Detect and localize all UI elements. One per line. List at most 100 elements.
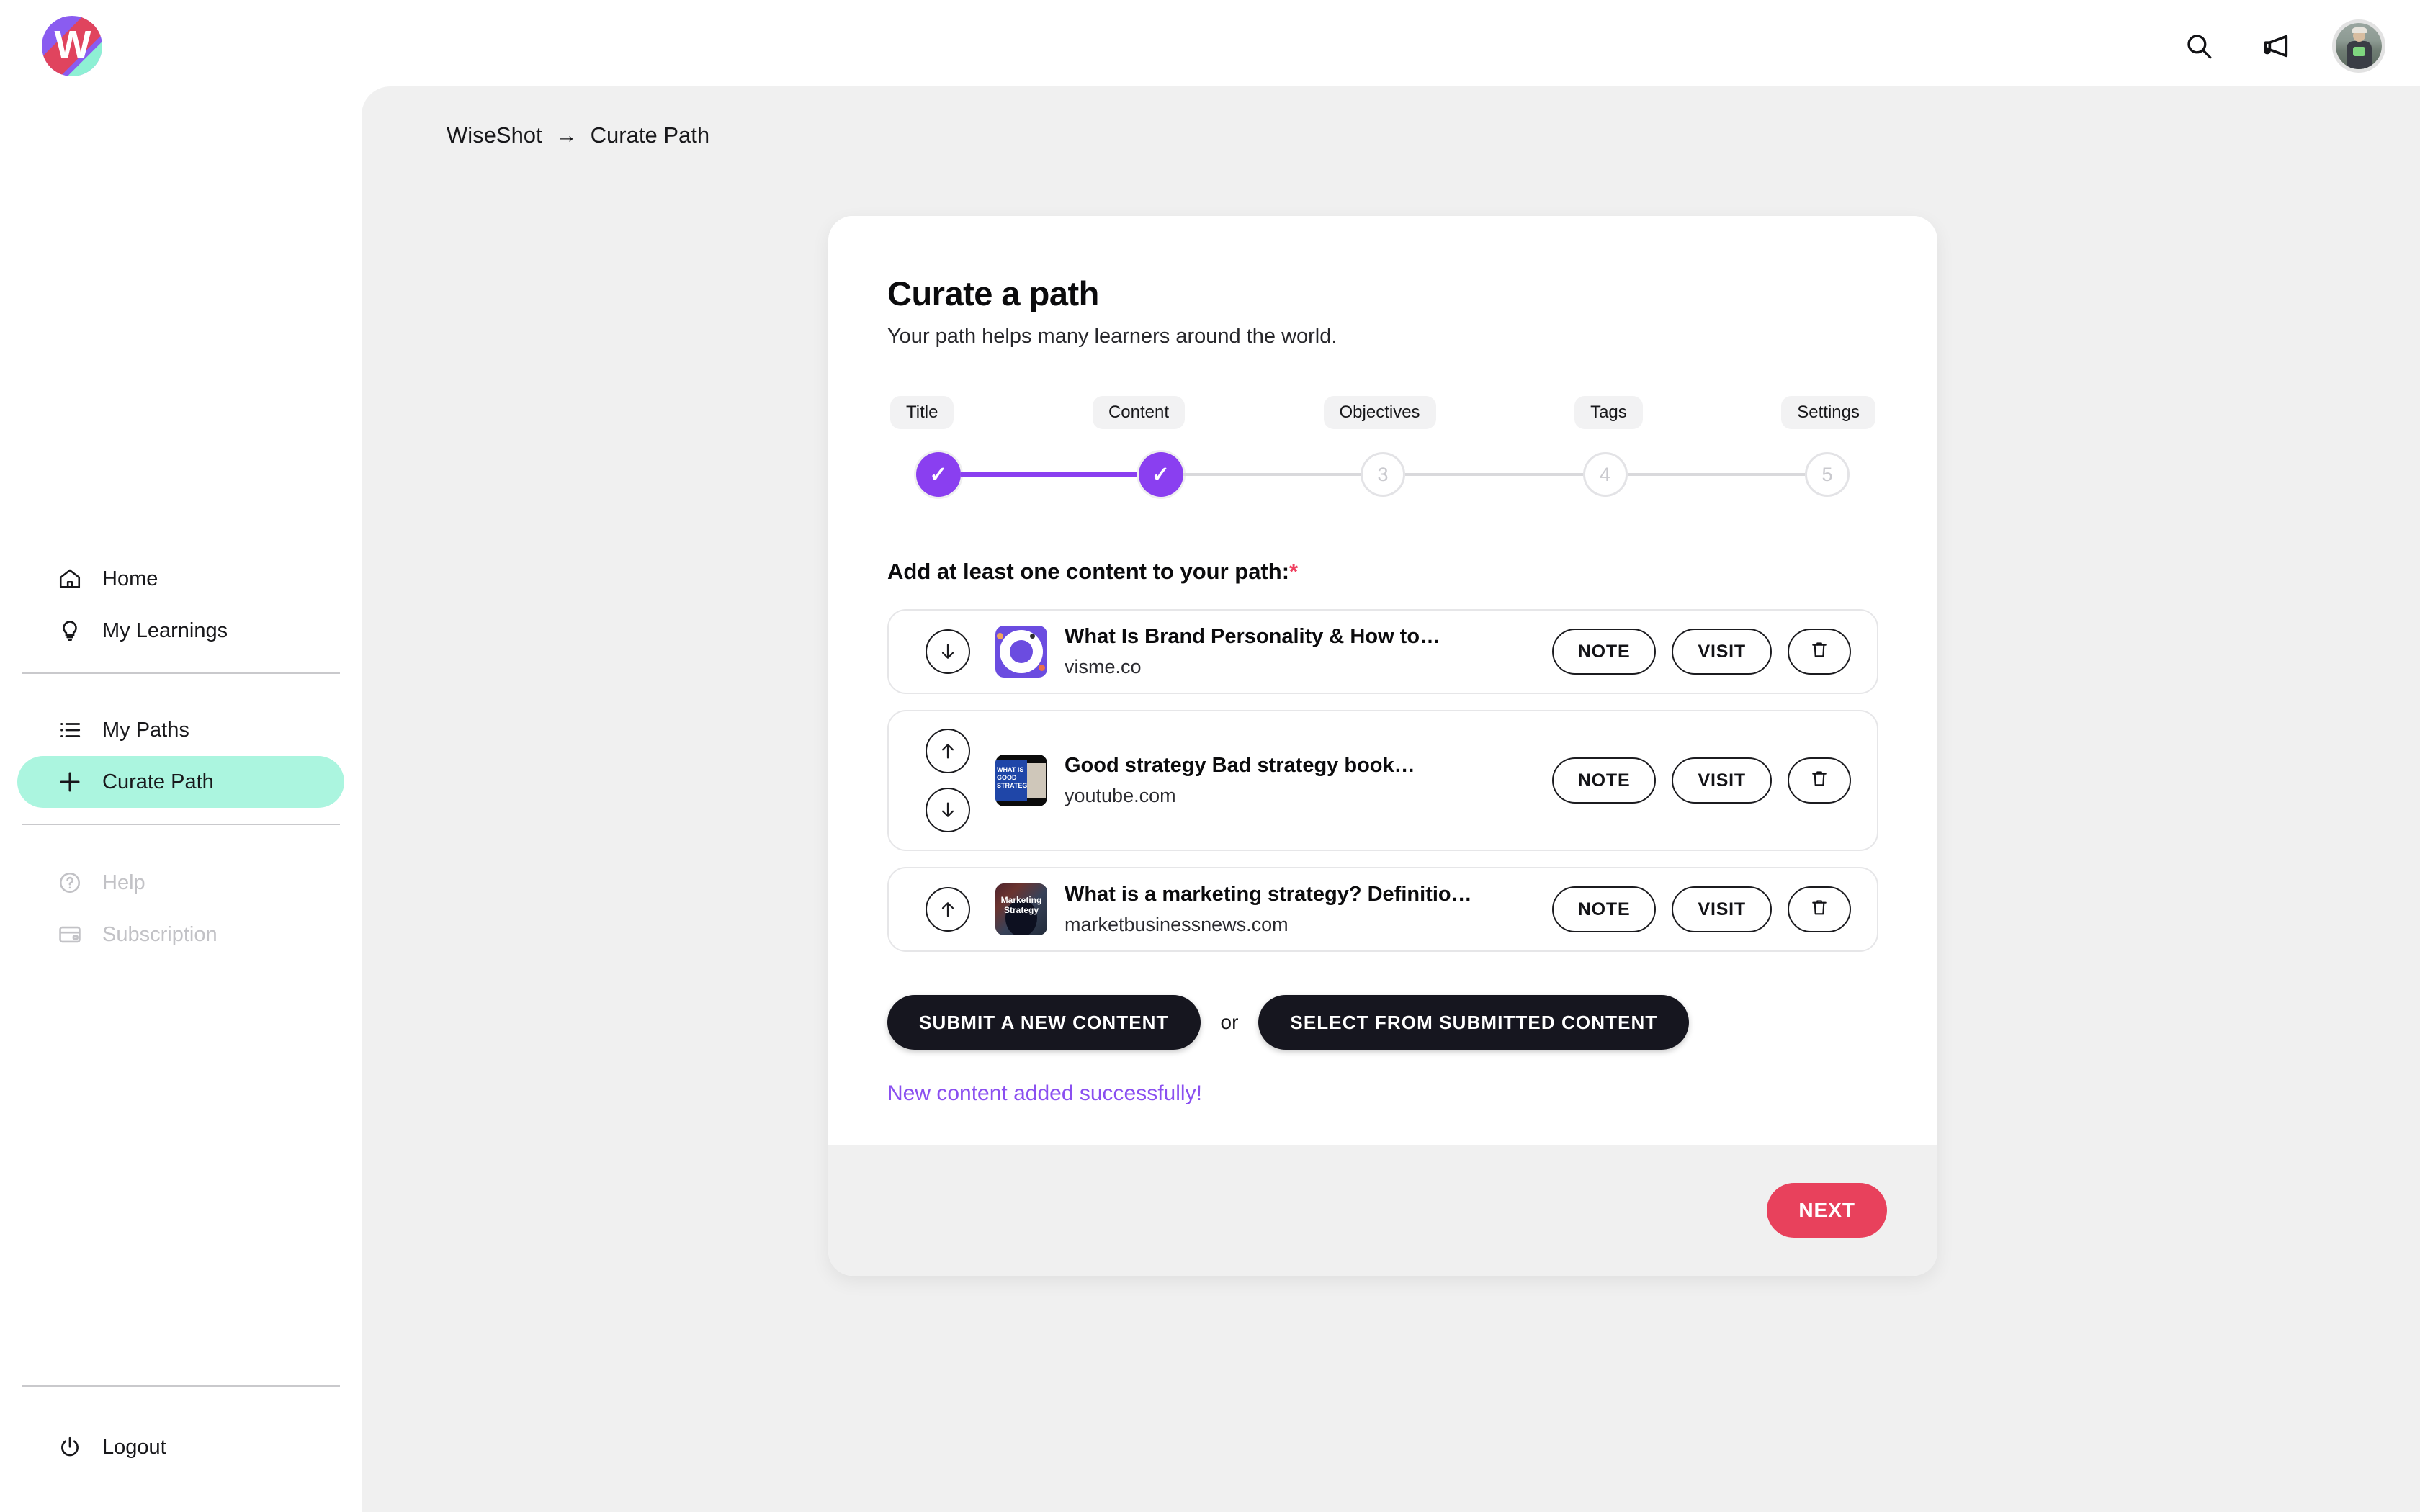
content-source: visme.co bbox=[1065, 656, 1142, 678]
step-label-content[interactable]: Content bbox=[1092, 396, 1186, 429]
visit-button[interactable]: VISIT bbox=[1672, 629, 1772, 675]
main-content: WiseShot → Curate Path Curate a path You… bbox=[362, 86, 2420, 1512]
sidebar-item-label-help: Help bbox=[102, 870, 145, 894]
content-meta: What is a marketing strategy? Definitio…… bbox=[1065, 883, 1552, 936]
wiseshot-logo[interactable]: W bbox=[42, 16, 102, 76]
content-source: marketbusinessnews.com bbox=[1065, 914, 1289, 935]
delete-button[interactable] bbox=[1788, 886, 1851, 932]
move-down-button[interactable] bbox=[926, 629, 970, 674]
sidebar-item-label-curate-path: Curate Path bbox=[102, 770, 214, 793]
sidebar: Home My Learnings My Paths Curate Path H… bbox=[0, 92, 362, 1512]
submit-new-content-button[interactable]: SUBMIT A NEW CONTENT bbox=[887, 995, 1201, 1050]
avatar[interactable] bbox=[2332, 19, 2385, 73]
note-button[interactable]: NOTE bbox=[1551, 629, 1657, 675]
step-node-content[interactable]: ✓ bbox=[1138, 452, 1183, 497]
next-button[interactable]: NEXT bbox=[1767, 1183, 1887, 1238]
step-marker-objectives: 3 bbox=[1377, 463, 1389, 485]
content-thumbnail bbox=[995, 626, 1047, 678]
logout-button[interactable]: Logout bbox=[17, 1421, 344, 1473]
question-circle-icon bbox=[56, 869, 84, 896]
list-icon bbox=[56, 716, 84, 744]
content-thumbnail: Marketing Strategy bbox=[995, 883, 1047, 935]
sidebar-item-my-paths[interactable]: My Paths bbox=[17, 704, 344, 756]
top-bar: W bbox=[0, 0, 2420, 92]
plus-icon bbox=[56, 768, 84, 796]
page-subtitle: Your path helps many learners around the… bbox=[887, 325, 1337, 348]
step-marker-title: ✓ bbox=[929, 462, 948, 487]
step-connector-1 bbox=[961, 472, 1139, 477]
reorder-controls bbox=[915, 629, 981, 674]
required-asterisk: * bbox=[1289, 559, 1299, 584]
content-thumbnail: WHAT IS GOOD STRATEGY? bbox=[995, 755, 1047, 806]
stepper-labels: Title Content Objectives Tags Settings bbox=[887, 396, 1878, 429]
step-label-settings[interactable]: Settings bbox=[1781, 396, 1876, 429]
thumb-text-line1: Marketing bbox=[1000, 895, 1042, 905]
move-up-button[interactable] bbox=[926, 887, 970, 932]
content-meta: Good strategy Bad strategy book… youtube… bbox=[1065, 754, 1552, 807]
content-title: Good strategy Bad strategy book… bbox=[1065, 754, 1415, 777]
note-button[interactable]: NOTE bbox=[1551, 757, 1657, 804]
sidebar-item-label-home: Home bbox=[102, 567, 158, 590]
table-row: Marketing Strategy What is a marketing s… bbox=[887, 867, 1878, 952]
step-node-title[interactable]: ✓ bbox=[916, 452, 961, 497]
breadcrumb-current[interactable]: Curate Path bbox=[591, 122, 709, 148]
curate-path-card: Curate a path Your path helps many learn… bbox=[828, 216, 1937, 1276]
step-node-objectives[interactable]: 3 bbox=[1361, 452, 1405, 497]
thumb-text-line3: STRATEGY? bbox=[997, 782, 1036, 789]
avatar-photo bbox=[2336, 23, 2382, 69]
delete-button[interactable] bbox=[1788, 629, 1851, 675]
content-title: What Is Brand Personality & How to… bbox=[1065, 625, 1441, 648]
sidebar-group-primary: Home My Learnings bbox=[0, 553, 362, 657]
logo-letter: W bbox=[54, 23, 91, 66]
wizard-stepper: Title Content Objectives Tags Settings ✓… bbox=[887, 396, 1878, 497]
breadcrumb-arrow-icon: → bbox=[555, 122, 578, 148]
power-icon bbox=[56, 1434, 84, 1461]
visit-button[interactable]: VISIT bbox=[1672, 886, 1772, 932]
visit-button[interactable]: VISIT bbox=[1672, 757, 1772, 804]
sidebar-item-label-my-learnings: My Learnings bbox=[102, 618, 228, 642]
content-meta: What Is Brand Personality & How to… vism… bbox=[1065, 625, 1552, 678]
step-label-tags[interactable]: Tags bbox=[1574, 396, 1643, 429]
stepper-track: ✓ ✓ 3 4 5 bbox=[916, 452, 1850, 497]
sidebar-item-help: Help bbox=[17, 857, 344, 909]
sidebar-item-label-my-paths: My Paths bbox=[102, 718, 189, 742]
note-button[interactable]: NOTE bbox=[1551, 886, 1657, 932]
sidebar-item-label-subscription: Subscription bbox=[102, 922, 218, 946]
row-actions: NOTE VISIT bbox=[1551, 757, 1851, 804]
home-icon bbox=[56, 565, 84, 593]
thumb-text-line2: Strategy bbox=[1003, 905, 1039, 915]
delete-button[interactable] bbox=[1788, 757, 1851, 804]
table-row: WHAT IS GOOD STRATEGY? Good strategy Bad… bbox=[887, 710, 1878, 851]
sidebar-group-secondary: Help Subscription bbox=[0, 857, 362, 960]
trash-icon bbox=[1809, 768, 1829, 793]
sidebar-divider-3 bbox=[22, 1385, 340, 1387]
sidebar-item-subscription: Subscription bbox=[17, 909, 344, 960]
breadcrumb-root[interactable]: WiseShot bbox=[447, 122, 542, 148]
move-up-button[interactable] bbox=[926, 729, 970, 773]
content-list: What Is Brand Personality & How to… vism… bbox=[887, 609, 1878, 952]
content-source: youtube.com bbox=[1065, 785, 1176, 806]
content-title: What is a marketing strategy? Definitio… bbox=[1065, 883, 1472, 906]
step-node-tags[interactable]: 4 bbox=[1582, 452, 1628, 497]
page-title: Curate a path bbox=[887, 274, 1099, 312]
step-label-objectives[interactable]: Objectives bbox=[1323, 396, 1436, 429]
card-footer: NEXT bbox=[828, 1145, 1937, 1276]
row-actions: NOTE VISIT bbox=[1551, 886, 1851, 932]
sidebar-logout-area: Logout bbox=[0, 1385, 362, 1512]
breadcrumb: WiseShot → Curate Path bbox=[447, 122, 709, 148]
trash-icon bbox=[1809, 897, 1829, 922]
megaphone-icon[interactable] bbox=[2256, 27, 2295, 66]
success-message: New content added successfully! bbox=[887, 1081, 1202, 1105]
sidebar-item-my-learnings[interactable]: My Learnings bbox=[17, 605, 344, 657]
sidebar-item-curate-path[interactable]: Curate Path bbox=[17, 756, 344, 808]
step-connector-3 bbox=[1405, 473, 1583, 476]
select-submitted-content-button[interactable]: SELECT FROM SUBMITTED CONTENT bbox=[1258, 995, 1690, 1050]
step-connector-2 bbox=[1183, 473, 1361, 476]
step-node-settings[interactable]: 5 bbox=[1805, 452, 1850, 497]
sidebar-item-home[interactable]: Home bbox=[17, 553, 344, 605]
step-label-title[interactable]: Title bbox=[890, 396, 954, 429]
content-section-label: Add at least one content to your path:* bbox=[887, 559, 1878, 585]
content-section-label-text: Add at least one content to your path: bbox=[887, 559, 1290, 584]
move-down-button[interactable] bbox=[926, 788, 970, 832]
search-icon[interactable] bbox=[2179, 27, 2218, 66]
